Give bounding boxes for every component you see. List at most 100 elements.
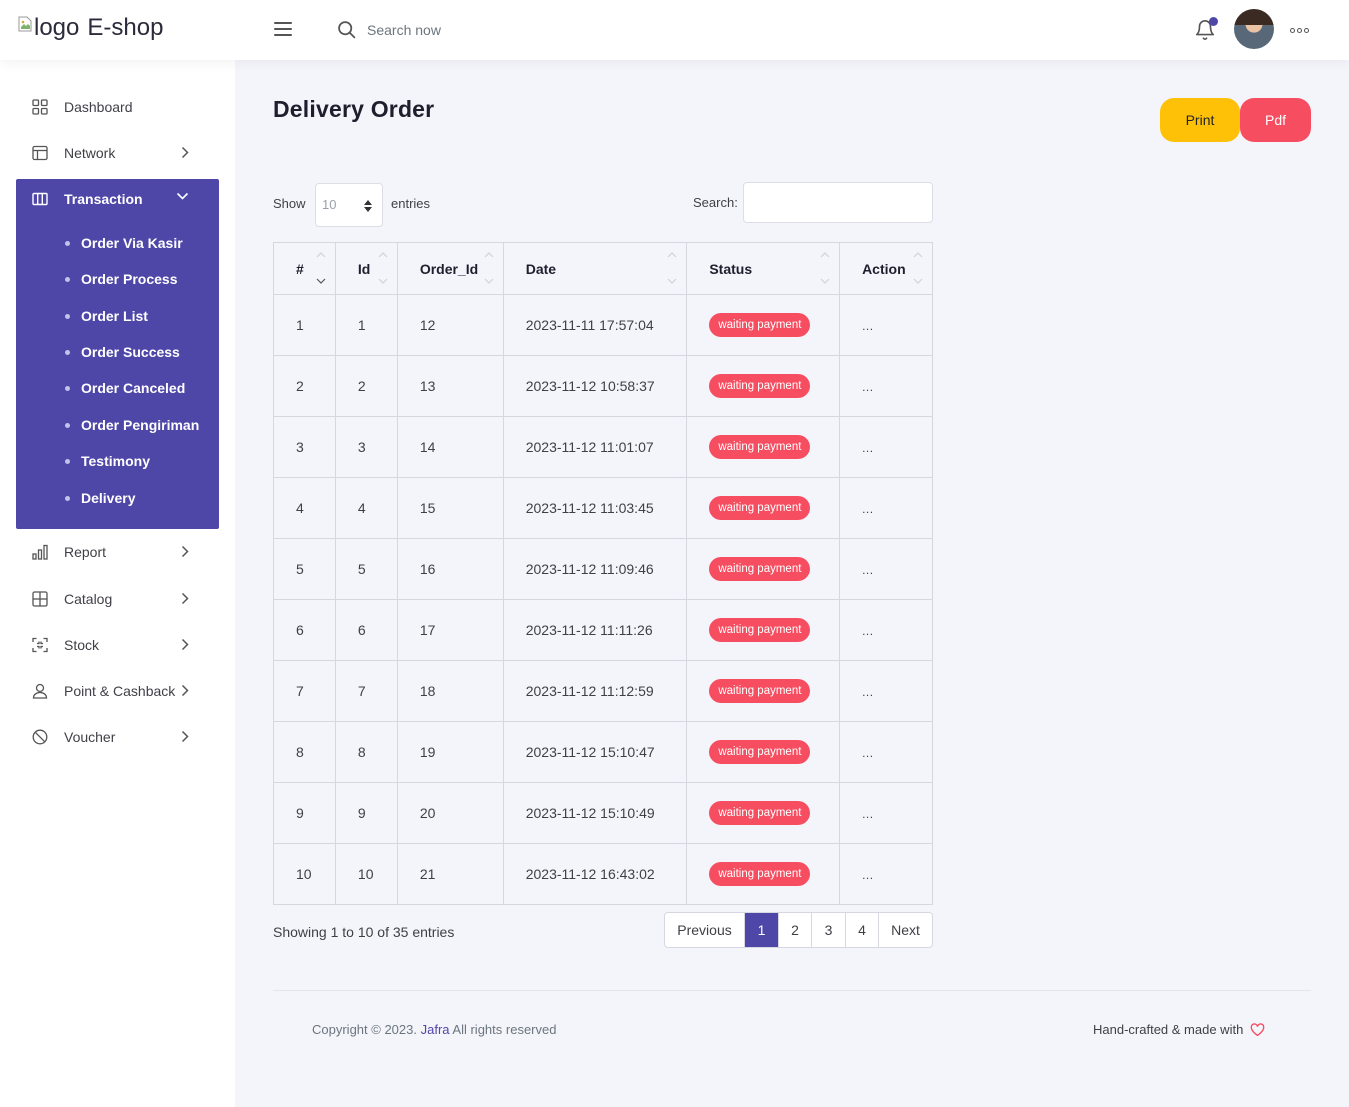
logo-alt-text: logo (34, 14, 80, 41)
row-action-menu[interactable]: ... (862, 624, 874, 638)
table-cell-id: 3 (334, 416, 398, 478)
cell-value: 6 (357, 622, 366, 638)
table-cell-date: 2023-11-12 16:43:02 (502, 843, 688, 905)
sidebar-subitem-testimony[interactable]: Testimony (65, 449, 150, 473)
column-header-status[interactable]: Status (686, 242, 841, 295)
sidebar-item-network[interactable]: Network (16, 133, 219, 173)
sidebar-item-point-cashback[interactable]: Point & Cashback (16, 671, 219, 711)
table-cell-status: waiting payment (686, 782, 841, 844)
column-header-action[interactable]: Action (839, 242, 933, 295)
sidebar-item-transaction[interactable]: Transaction (16, 179, 219, 219)
column-header-no[interactable]: # (273, 242, 336, 295)
row-action-menu[interactable]: ... (862, 319, 874, 333)
table-row: 1 1 12 2023-11-11 17:57:04 waiting payment..… (273, 294, 933, 356)
sidebar-subitem-delivery[interactable]: Delivery (65, 486, 135, 510)
sort-icon (913, 252, 923, 284)
column-header-label: Action (862, 260, 906, 277)
column-header-date[interactable]: Date (502, 242, 688, 295)
sidebar-item-voucher[interactable]: Voucher (16, 717, 219, 757)
status-badge: waiting payment (709, 740, 811, 764)
table-cell-date: 2023-11-12 11:11:26 (502, 599, 688, 661)
table-cell-status: waiting payment (686, 416, 841, 478)
pagination-next[interactable]: Next (878, 913, 932, 947)
sidebar-subitem-order-pengiriman[interactable]: Order Pengiriman (65, 413, 199, 437)
sidebar-subitem-order-via-kasir[interactable]: Order Via Kasir (65, 231, 183, 255)
cell-value: 1 (357, 317, 366, 333)
table-row: 4 4 15 2023-11-12 11:03:45 waiting payment..… (273, 477, 933, 539)
cell-value: 5 (357, 561, 366, 577)
sidebar-item-stock[interactable]: Stock (16, 625, 219, 665)
copyright: Copyright © 2023. Jafra All rights reser… (312, 1022, 556, 1037)
pagination: Previous 1 2 3 4 Next (664, 912, 933, 948)
page-length-value: 10 (322, 197, 337, 212)
pagination-page-2[interactable]: 2 (778, 913, 811, 947)
row-action-menu[interactable]: ... (862, 441, 874, 455)
heart-icon (1250, 1023, 1265, 1036)
table-cell-order-id: 19 (396, 721, 504, 783)
sidebar-subitem-order-process[interactable]: Order Process (65, 267, 178, 291)
table-cell-no: 1 (273, 294, 336, 356)
notification-button[interactable] (1194, 17, 1218, 44)
row-action-menu[interactable]: ... (862, 502, 874, 516)
more-options-icon[interactable] (1290, 22, 1314, 38)
pagination-page-4[interactable]: 4 (845, 913, 878, 947)
table-cell-status: waiting payment (686, 843, 841, 905)
cell-value: 6 (296, 622, 304, 638)
sidebar-subitem-order-canceled[interactable]: Order Canceled (65, 376, 185, 400)
pdf-button[interactable]: Pdf (1240, 98, 1311, 142)
columns-icon (32, 191, 48, 207)
table-cell-status: waiting payment (686, 660, 841, 722)
sidebar-item-label: Report (64, 544, 107, 560)
sidebar-subitem-order-list[interactable]: Order List (65, 304, 148, 328)
row-action-menu[interactable]: ... (862, 807, 874, 821)
header-search-input[interactable] (367, 21, 527, 38)
table-cell-date: 2023-11-12 11:01:07 (502, 416, 688, 478)
table-search-input[interactable] (743, 182, 933, 223)
sidebar-subitem-label: Order Via Kasir (81, 235, 183, 251)
pagination-page-1[interactable]: 1 (744, 913, 778, 947)
table-cell-id: 2 (334, 355, 398, 417)
cell-value: 2023-11-12 11:03:45 (525, 500, 654, 516)
table-header-row: # Id Order_Id Date Status Action (273, 242, 933, 295)
page-length-select[interactable]: 10 (315, 183, 383, 227)
menu-toggle-icon[interactable] (274, 22, 292, 38)
row-action-menu[interactable]: ... (862, 868, 874, 882)
user-avatar[interactable] (1234, 9, 1274, 49)
table-cell-status: waiting payment (686, 355, 841, 417)
company-link[interactable]: Jafra (421, 1022, 450, 1037)
pagination-page-3[interactable]: 3 (811, 913, 845, 947)
cell-value: 16 (419, 561, 436, 577)
sidebar-subitem-order-success[interactable]: Order Success (65, 340, 180, 364)
table-cell-no: 9 (273, 782, 336, 844)
table-cell-action: ... (839, 721, 933, 783)
table-cell-order-id: 18 (396, 660, 504, 722)
table-cell-status: waiting payment (686, 721, 841, 783)
table-cell-no: 10 (273, 843, 336, 905)
sidebar-item-label: Catalog (64, 591, 113, 607)
table-cell-action: ... (839, 599, 933, 661)
print-button[interactable]: Print (1160, 98, 1240, 142)
table-cell-no: 7 (273, 660, 336, 722)
cell-value: 8 (357, 744, 366, 760)
row-action-menu[interactable]: ... (862, 380, 874, 394)
table-cell-date: 2023-11-11 17:57:04 (502, 294, 688, 356)
row-action-menu[interactable]: ... (862, 563, 874, 577)
table-row: 9 9 20 2023-11-12 15:10:49 waiting payment..… (273, 782, 933, 844)
column-header-order-id[interactable]: Order_Id (396, 242, 504, 295)
column-header-id[interactable]: Id (334, 242, 398, 295)
pagination-previous[interactable]: Previous (665, 913, 744, 947)
sidebar-item-catalog[interactable]: Catalog (16, 579, 219, 619)
status-badge: waiting payment (709, 313, 811, 337)
row-action-menu[interactable]: ... (862, 685, 874, 699)
sidebar-subitem-label: Order Success (81, 344, 180, 360)
sidebar-subitem-label: Delivery (81, 490, 136, 506)
chevron-right-icon (181, 684, 189, 697)
brand[interactable]: logo E-shop (18, 14, 163, 42)
table-cell-id: 6 (334, 599, 398, 661)
cell-value: 2023-11-12 11:09:46 (525, 561, 654, 577)
cell-value: 4 (357, 500, 366, 516)
sidebar-item-report[interactable]: Report (16, 532, 219, 572)
row-action-menu[interactable]: ... (862, 746, 874, 760)
sidebar-item-dashboard[interactable]: Dashboard (16, 87, 219, 127)
sidebar-item-label: Dashboard (64, 99, 133, 115)
